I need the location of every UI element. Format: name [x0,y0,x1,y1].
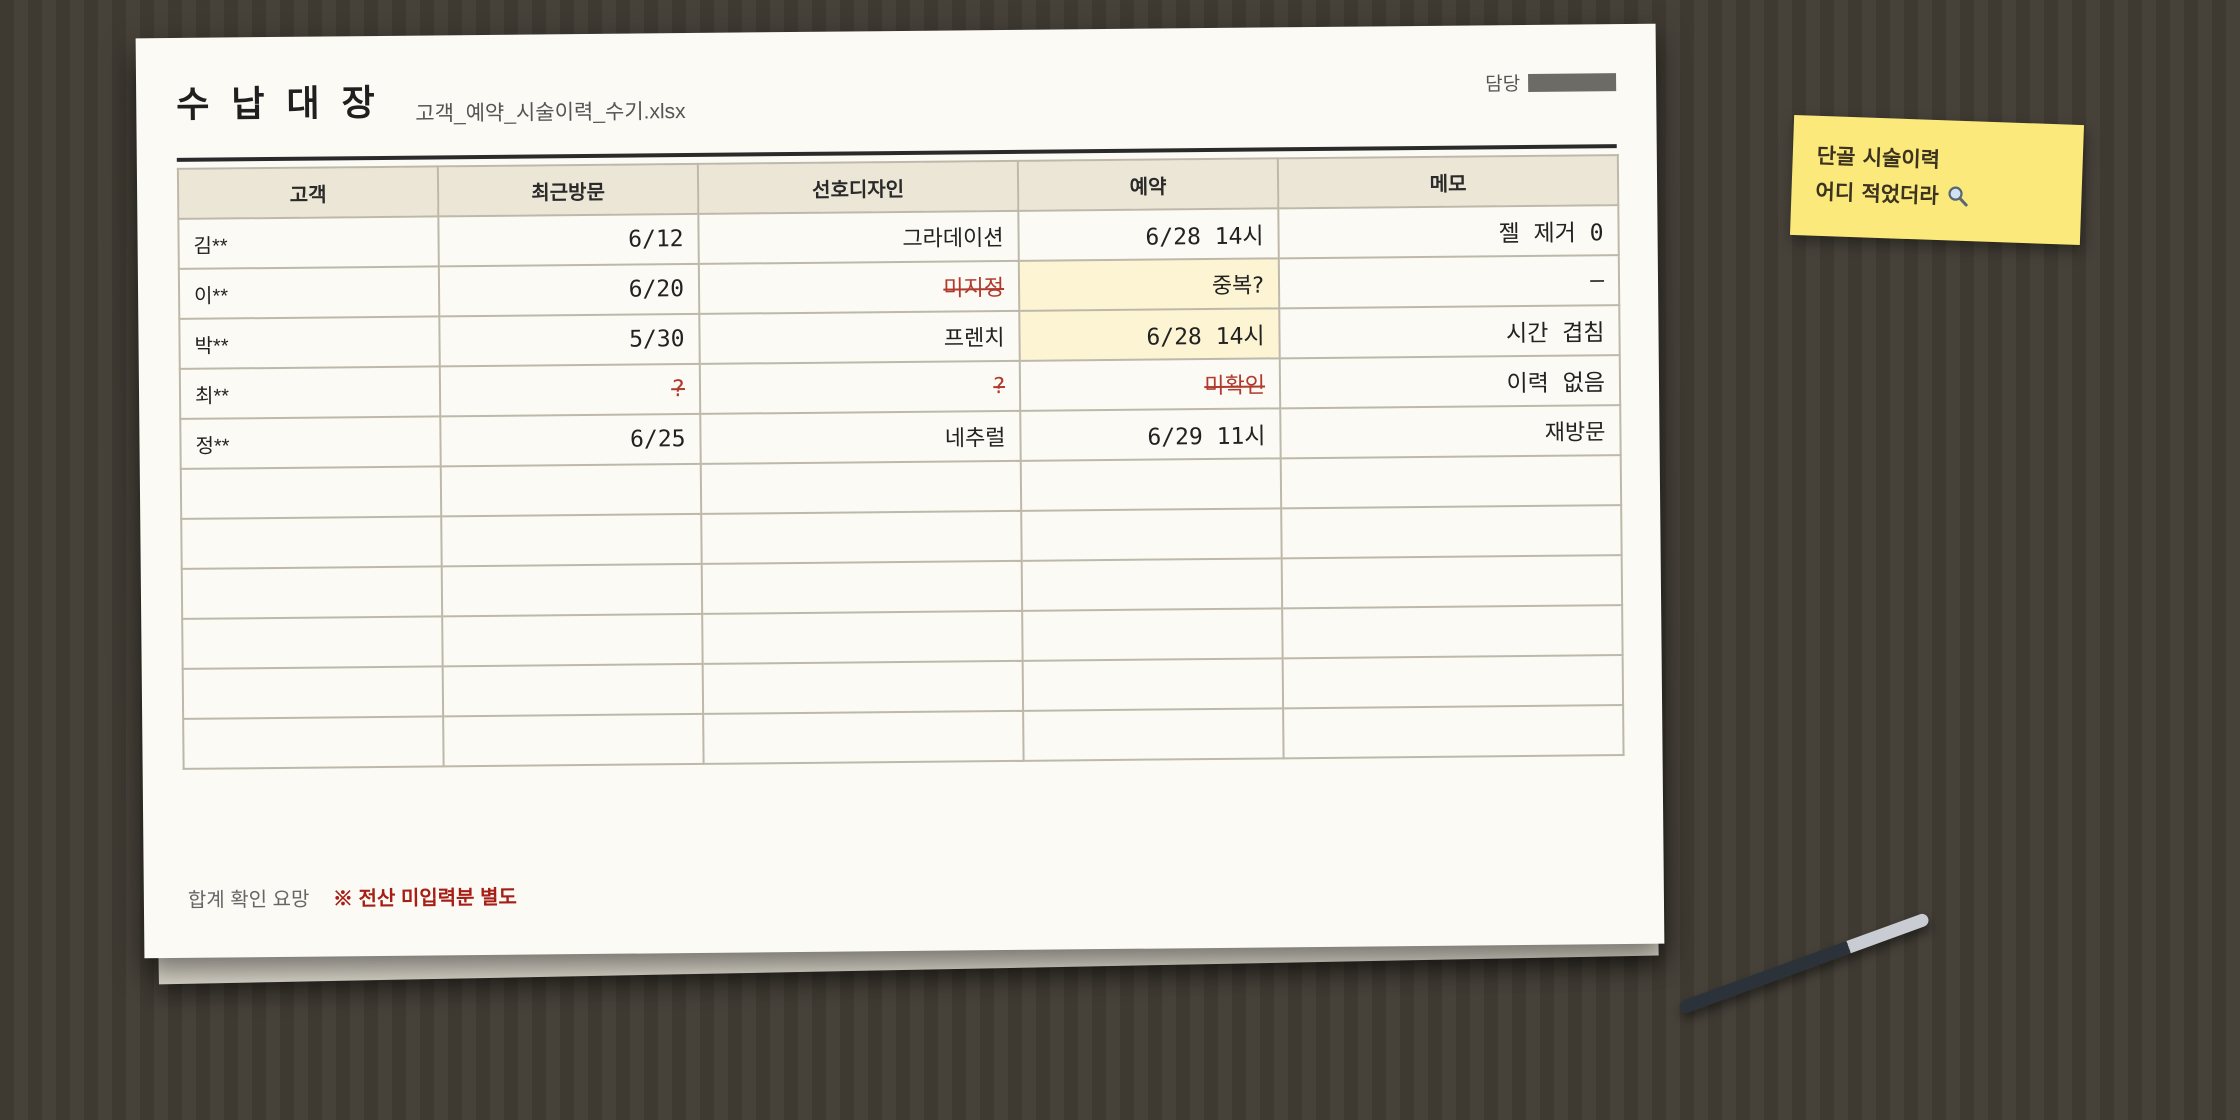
empty-cell [441,563,703,617]
empty-cell [1022,658,1284,711]
last-visit-cell: 5/30 [439,313,700,367]
column-header-last-visit: 최근방문 [437,163,699,217]
empty-cell [700,460,1022,514]
empty-cell [442,613,703,667]
memo-cell: – [1278,255,1620,309]
assignee-field: 담당 [1485,68,1617,96]
empty-cell [440,463,702,517]
empty-cell [181,566,443,619]
reservation-cell: 미확인 [1019,358,1281,411]
magnifier-icon [1947,186,1968,207]
empty-cell [1282,605,1623,659]
empty-cell [702,610,1023,664]
column-header-design: 선호디자인 [697,160,1019,214]
empty-cell [181,516,442,569]
struck-reservation-text: 미확인 [1204,373,1266,400]
empty-cell [441,513,702,567]
empty-cell [180,466,442,519]
empty-rows [180,455,1624,769]
column-header-reservation: 예약 [1017,158,1279,211]
empty-cell [443,713,704,767]
struck-design-text: 미지정 [943,275,1005,302]
unentered-note: ※ 전산 미입력분 별도 [332,886,517,911]
design-cell: 미지정 [698,260,1020,314]
column-header-memo: 메모 [1277,155,1619,209]
sticky-note-line-2-text: 어디 적었더라 [1815,179,1940,209]
empty-cell [1281,555,1623,609]
empty-cell [1281,505,1622,559]
column-header-customer: 고객 [177,166,439,219]
memo-cell: 재방문 [1280,405,1621,459]
struck-visit-text: ? [671,376,686,403]
empty-cell [1021,558,1283,611]
sticky-note: 단골 시술이력 어디 적었더라 [1789,114,2085,246]
last-visit-cell: 6/20 [438,263,700,317]
last-visit-cell: 6/12 [438,213,699,267]
ledger-footer: 합계 확인 요망 ※ 전산 미입력분 별도 [188,881,517,913]
struck-design-text: ? [993,373,1006,399]
total-check-text: 합계 확인 요망 [187,888,310,912]
empty-cell [1022,608,1283,661]
sticky-note-line-2: 어디 적었더라 [1815,174,2058,218]
last-visit-cell: 6/25 [440,413,701,467]
customer-cell: 김** [178,216,439,269]
reservation-cell: 6/28 14시 [1018,208,1279,261]
empty-cell [1023,708,1284,761]
empty-cell [182,666,444,719]
file-name: 고객_예약_시술이력_수기.xlsx [415,100,686,126]
empty-cell [442,663,704,717]
empty-cell [1020,458,1282,511]
memo-cell: 이력 없음 [1279,355,1621,409]
empty-cell [701,510,1022,564]
customer-cell: 이** [178,266,440,319]
reservation-cell-flagged: 중복? [1018,258,1280,311]
empty-cell [1280,455,1622,509]
reservation-cell-flagged: 6/28 14시 [1019,308,1280,361]
ledger-header: 수납대장 고객_예약_시술이력_수기.xlsx 담당 [175,60,1617,162]
empty-cell [703,710,1024,764]
reservation-cell: 6/29 11시 [1020,408,1281,461]
design-cell: 네추럴 [700,410,1021,464]
empty-cell [1021,508,1282,561]
redacted-name [1528,72,1617,92]
empty-cell [1282,655,1624,709]
customer-cell: 박** [179,316,440,369]
customer-cell: 최** [179,366,441,419]
design-cell: 프렌치 [699,310,1020,364]
last-visit-cell: ? [439,363,701,417]
customer-cell: 정** [180,416,441,469]
memo-cell: 젤 제거 0 [1278,205,1619,259]
ledger-table: 고객 최근방문 선호디자인 예약 메모 김** 6/12 그라데이션 6/28 … [177,154,1625,770]
empty-cell [702,660,1024,714]
ledger-sheet: 수납대장 고객_예약_시술이력_수기.xlsx 담당 고객 최근방문 선호디자인… [135,23,1665,959]
memo-cell: 시간 겹침 [1279,305,1620,359]
design-cell: 그라데이션 [698,210,1019,264]
empty-cell [701,560,1023,614]
assignee-label: 담당 [1485,73,1521,96]
empty-cell [183,716,444,769]
ledger-title: 수납대장 [176,82,397,126]
empty-cell [1283,705,1624,759]
empty-cell [182,616,443,669]
design-cell: ? [699,360,1021,414]
pen [1677,912,1931,1015]
